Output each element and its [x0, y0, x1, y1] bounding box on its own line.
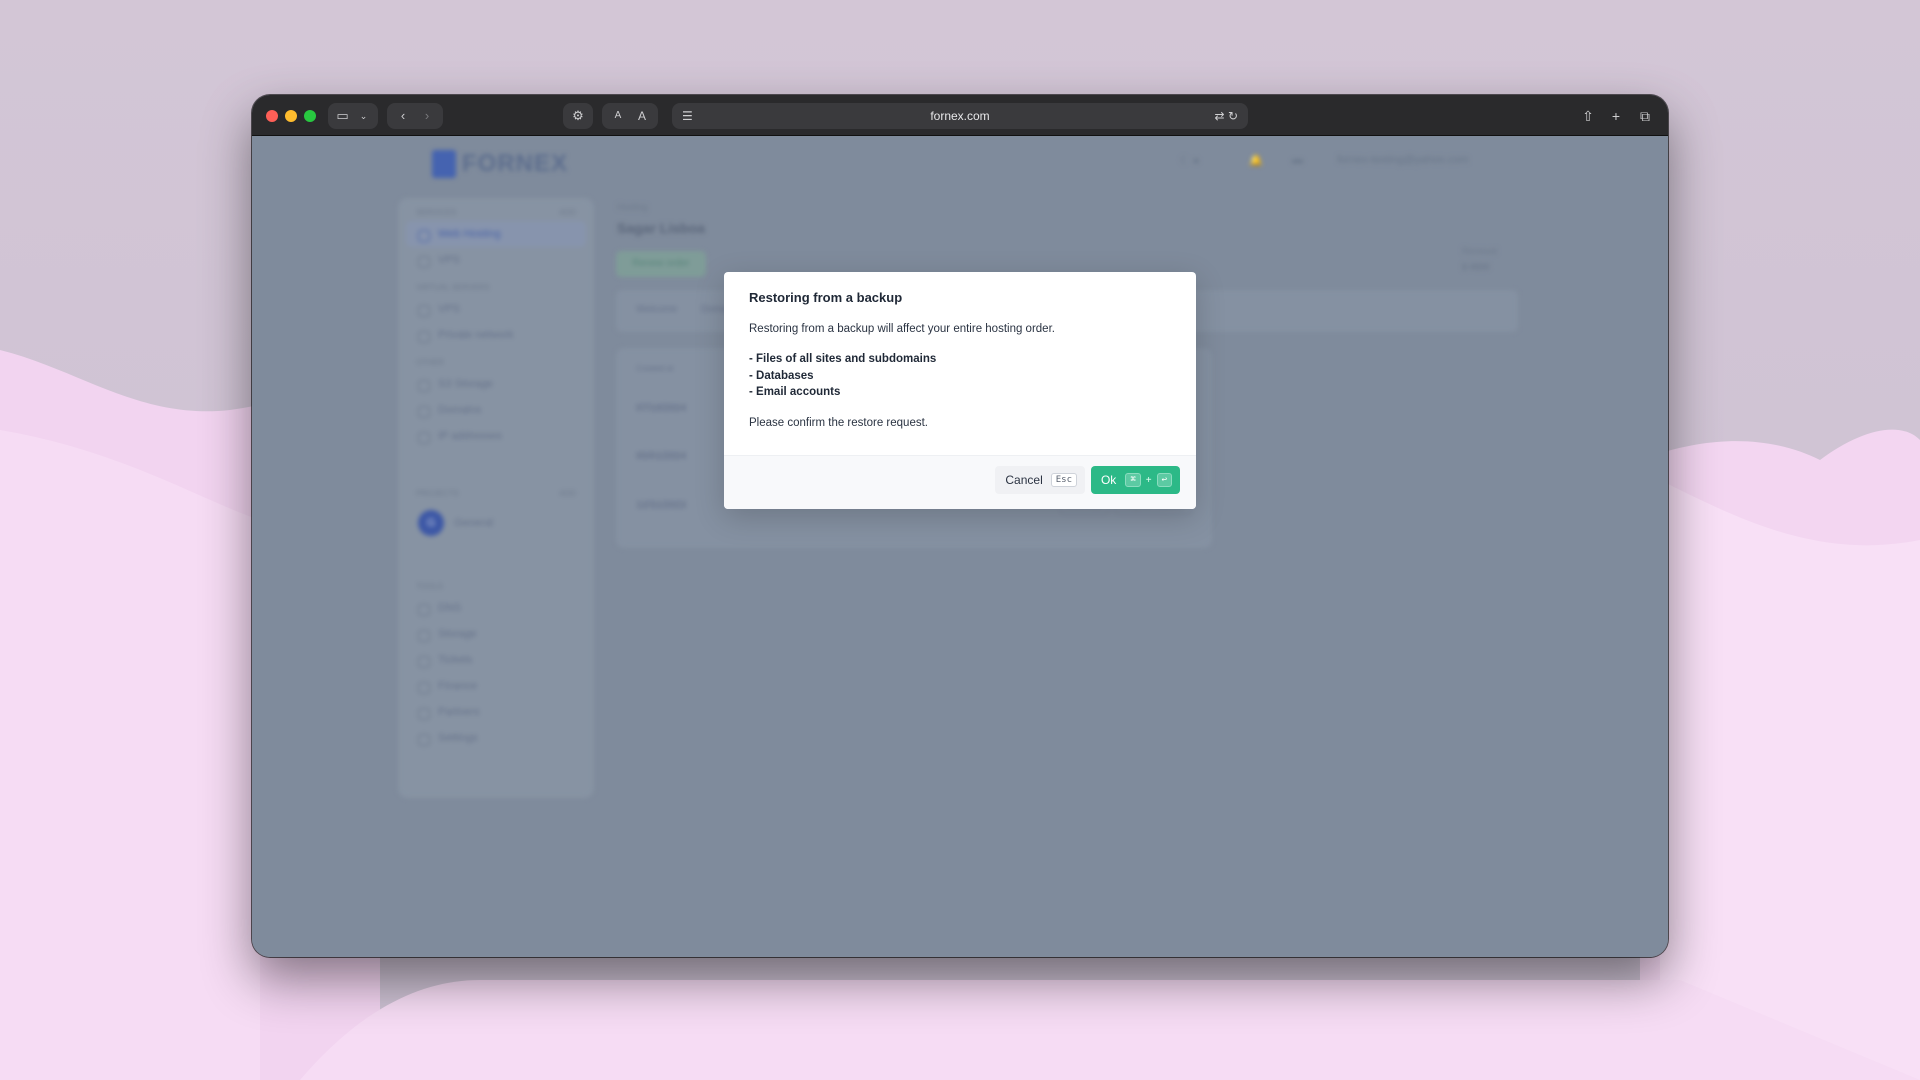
list-item: - Email accounts	[749, 386, 841, 398]
address-bar[interactable]: ☰ fornex.com ⇄ ↻	[672, 103, 1248, 129]
section-label: Tools	[416, 582, 443, 591]
sidebar-section-projects: Projects Add	[398, 479, 594, 502]
sidebar-item-ip: IP addresses	[398, 423, 594, 449]
section-label: Other	[416, 358, 444, 367]
text-larger-icon[interactable]: A	[632, 103, 652, 129]
back-icon[interactable]: ‹	[393, 103, 413, 129]
translate-icon[interactable]: ⇄	[1215, 109, 1225, 123]
gear-icon[interactable]: ⚙	[568, 103, 588, 129]
dialog-confirm-text: Please confirm the restore request.	[749, 416, 928, 429]
text-smaller-icon[interactable]: A	[608, 103, 628, 129]
backups-header: Created at	[636, 364, 674, 373]
translate-reload-icons: ⇄ ↻	[1215, 103, 1238, 129]
list-item: - Files of all sites and subdomains	[749, 353, 937, 365]
sidebar-item-cloud-vps: VPS	[398, 296, 594, 322]
project-name: General	[454, 517, 494, 529]
sidebar-item-storage: Storage	[398, 621, 594, 647]
sidebar-item-s3: S3 Storage	[398, 371, 594, 397]
settings-group: ⚙	[563, 103, 593, 129]
ok-label: Ok	[1100, 473, 1117, 487]
forward-icon[interactable]: ›	[417, 103, 437, 129]
zoom-window-button[interactable]	[304, 110, 316, 122]
tab-welcome: Welcome	[636, 304, 678, 315]
sidebar-item-vps: VPS	[398, 247, 594, 273]
close-window-button[interactable]	[266, 110, 278, 122]
reload-icon[interactable]: ↻	[1228, 109, 1238, 123]
dialog-body: Restoring from a backup Restoring from a…	[724, 272, 1196, 431]
command-key-icon: ⌘	[1125, 473, 1141, 487]
sidebar-section-services: Services Add	[398, 198, 594, 221]
background-page: FORNEX ☾ ● 🔔 ▬ fornex-testing@yahoo.com …	[252, 136, 1668, 957]
backup-date: 05/01/2024	[636, 451, 687, 462]
sidebar-item-finance: Finance	[398, 673, 594, 699]
flag-icon: ▬	[1292, 154, 1303, 166]
add-service-link: Add	[559, 208, 576, 217]
chevron-down-icon[interactable]: ⌄	[354, 103, 374, 129]
cancel-label: Cancel	[1005, 473, 1043, 487]
esc-key-hint: Esc	[1050, 473, 1077, 487]
list-item: - Databases	[749, 369, 814, 382]
browser-window: ▭ ⌄ ‹ › ⚙ A A ☰ fornex.com ⇄ ↻ ⇧ + ⧉ FOR…	[252, 95, 1668, 957]
section-label: Projects	[416, 489, 459, 498]
page-title: Sagar Lisboa	[617, 220, 705, 236]
bell-icon: 🔔	[1249, 155, 1263, 167]
section-label: Services	[416, 208, 457, 217]
ok-button[interactable]: Ok ⌘ + ↩	[1090, 466, 1180, 494]
cancel-button[interactable]: Cancel Esc	[995, 466, 1085, 494]
address-url[interactable]: fornex.com	[672, 103, 1248, 129]
new-tab-icon[interactable]: +	[1605, 103, 1627, 129]
minimize-window-button[interactable]	[285, 110, 297, 122]
navigation-group: ‹ ›	[387, 103, 443, 129]
backup-date: 12/31/2023	[636, 500, 687, 511]
sidebar-item-private-network: Private network	[398, 322, 594, 348]
logo-mark-icon	[432, 150, 456, 178]
account-email: fornex-testing@yahoo.com	[1337, 154, 1469, 166]
add-project-link: Add	[559, 489, 576, 498]
return-key-icon: ↩	[1156, 473, 1172, 487]
dialog-title: Restoring from a backup	[749, 290, 903, 305]
fornex-logo: FORNEX	[432, 150, 568, 178]
renewal-value: $ 4500	[1462, 262, 1490, 272]
tab-overview-icon[interactable]: ⧉	[1634, 103, 1656, 129]
breadcrumb: Hosting	[617, 202, 648, 212]
backup-date: 07/10/2024	[636, 403, 687, 414]
sidebar-item-dns: DNS	[398, 595, 594, 621]
text-size-group: A A	[602, 103, 658, 129]
sidebar-section-tools: Tools	[398, 572, 594, 595]
sidebar-item-settings: Settings	[398, 725, 594, 751]
logo-text: FORNEX	[462, 150, 569, 177]
page-content: FORNEX ☾ ● 🔔 ▬ fornex-testing@yahoo.com …	[252, 136, 1668, 957]
browser-toolbar: ▭ ⌄ ‹ › ⚙ A A ☰ fornex.com ⇄ ↻ ⇧ + ⧉	[252, 95, 1668, 136]
sidebar-item-domains: Domains	[398, 397, 594, 423]
sidebar-project-general: G General	[398, 502, 594, 544]
sidebar-section-cloud: Virtual servers	[398, 273, 594, 296]
sidebar-item-web-hosting: Web Hosting	[406, 221, 586, 247]
avatar: G	[418, 510, 444, 536]
dialog-intro: Restoring from a backup will affect your…	[749, 323, 1055, 335]
sidebar-icon[interactable]: ▭	[333, 103, 353, 129]
sidebar-toggle-group[interactable]: ▭ ⌄	[328, 103, 378, 129]
moon-icon: ☾ ●	[1180, 155, 1200, 167]
dialog-footer: Cancel Esc Ok ⌘ + ↩	[724, 455, 1196, 509]
renewal-meta: Renewal $ 4500	[1462, 246, 1497, 272]
restore-backup-dialog: Restoring from a backup Restoring from a…	[724, 272, 1196, 509]
renew-order-button: Renew order	[616, 251, 706, 277]
sidebar-section-other: Other	[398, 348, 594, 371]
sidebar-item-partners: Partners	[398, 699, 594, 725]
renewal-label: Renewal	[1462, 246, 1498, 256]
section-label: Virtual servers	[416, 283, 490, 292]
plus-sign: +	[1145, 474, 1152, 486]
affected-items-list: - Files of all sites and subdomains - Da…	[749, 351, 1171, 401]
sidebar: Services Add Web Hosting VPS Virtual ser…	[398, 198, 594, 798]
sidebar-item-tickets: Tickets	[398, 647, 594, 673]
share-icon[interactable]: ⇧	[1577, 103, 1599, 129]
